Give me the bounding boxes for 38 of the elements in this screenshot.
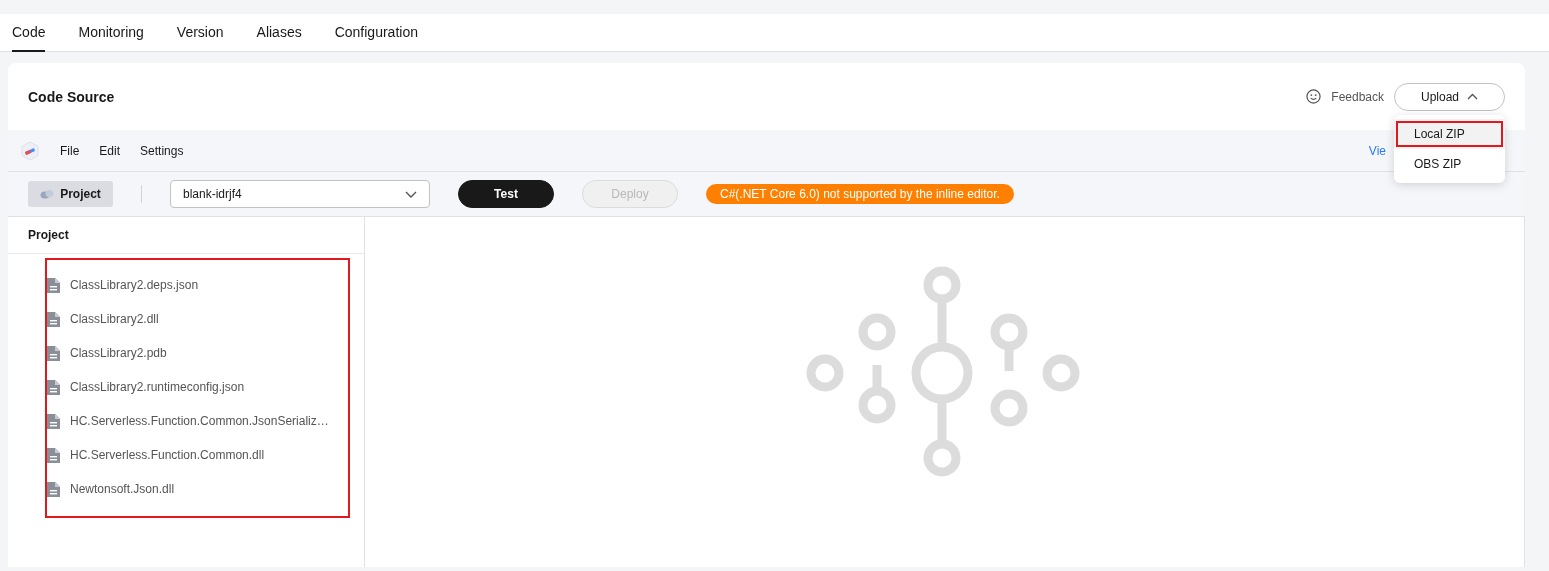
menu-item[interactable]: OBS ZIP [1394,149,1505,179]
warning-badge: C#(.NET Core 6.0) not supported by the inline editor. [706,184,1014,204]
menu-item[interactable]: Edit [99,143,121,158]
file-icon [47,277,60,293]
cloud-icon [40,189,55,199]
file-icon [47,481,60,497]
tab[interactable]: Code [12,14,46,52]
function-select[interactable]: blank-idrjf4 [170,180,430,208]
smiley-icon [1306,89,1322,104]
file-icon [47,379,60,395]
file-name[interactable]: HC.Serverless.Function.Common.JsonSerializ… [70,414,329,428]
section-title: Code Source [28,88,116,105]
test-button[interactable]: Test [458,180,554,208]
file-name[interactable]: ClassLibrary2.dll [70,312,159,326]
tab[interactable]: Configuration [334,14,418,52]
file-name[interactable]: ClassLibrary2.pdb [70,346,167,360]
view-link[interactable]: Vie [1368,143,1386,158]
menu-item[interactable]: Settings [140,143,184,158]
file-icon [47,345,60,361]
file-icon [47,447,60,463]
project-button[interactable]: Project [28,181,113,207]
file-name[interactable]: ClassLibrary2.runtimeconfig.json [70,380,245,394]
tab[interactable]: Monitoring [78,14,144,52]
upload-button[interactable]: Upload [1394,82,1505,111]
file-icon [47,413,60,429]
logo-icon [20,140,40,161]
tab[interactable]: Version [176,14,224,52]
file-icon [47,311,60,327]
menu-item[interactable]: Local ZIP [1394,119,1505,149]
file-name[interactable]: HC.Serverless.Function.Common.dll [70,448,265,462]
panel-title: Project [8,217,364,254]
caret-icon [1467,93,1478,100]
chevron-down-icon [405,190,417,198]
tab[interactable]: Aliases [256,14,302,52]
feedback-link[interactable]: Feedback [1331,89,1384,104]
file-name[interactable]: Newtonsoft.Json.dll [70,482,175,496]
menu-item[interactable]: File [60,143,80,158]
file-name[interactable]: ClassLibrary2.deps.json [70,278,199,292]
